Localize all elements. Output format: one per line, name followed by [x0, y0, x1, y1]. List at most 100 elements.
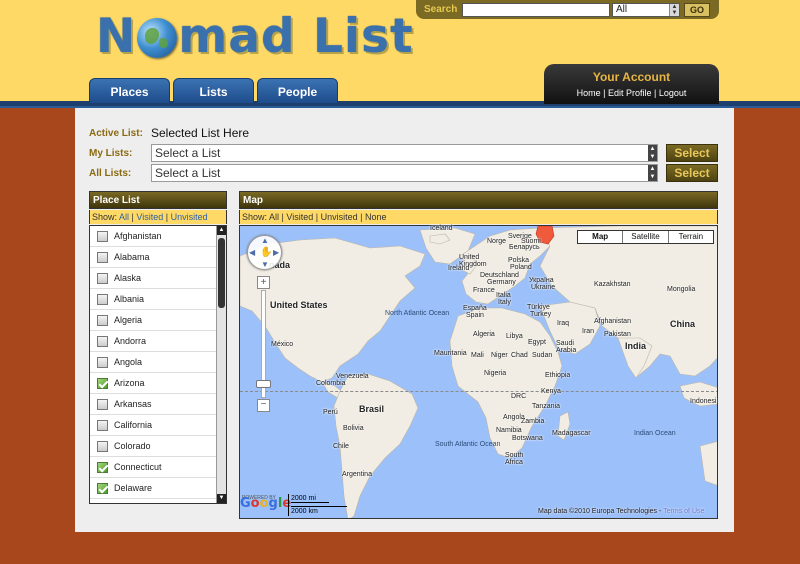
pan-right-icon[interactable]: ▶	[273, 248, 279, 257]
list-item[interactable]: Arizona	[90, 373, 216, 394]
checkbox[interactable]	[97, 293, 108, 305]
map-label: Algeria	[473, 331, 495, 338]
map-label: Indian Ocean	[634, 430, 676, 437]
map-land-layer	[240, 226, 717, 518]
checkbox[interactable]	[97, 335, 108, 347]
filter-unvisited-link[interactable]: Unvisited	[171, 212, 208, 222]
map-label: Pakistan	[604, 331, 631, 338]
map-label: Ireland	[448, 265, 470, 272]
list-item[interactable]: Andorra	[90, 331, 216, 352]
terms-of-use-link[interactable]: Terms of Use	[663, 508, 704, 515]
map-label: Botswana	[512, 435, 543, 442]
map-label: Nigeria	[484, 370, 507, 377]
scroll-thumb[interactable]	[218, 238, 225, 308]
select-arrows-icon: ▲ ▼	[669, 3, 679, 16]
map-type-map-button[interactable]: Map	[578, 231, 622, 243]
all-lists-select-button[interactable]: Select	[666, 164, 718, 182]
map-label: Chad	[511, 352, 528, 359]
map-label: Sudan	[532, 352, 553, 359]
search-input[interactable]	[462, 2, 610, 17]
zoom-in-button[interactable]: +	[257, 276, 270, 289]
pan-left-icon[interactable]: ◀	[249, 248, 255, 257]
filter-all-link[interactable]: All	[119, 212, 129, 222]
map-attribution: Map data ©2010 Europa Technologies - Ter…	[538, 508, 704, 515]
all-lists-select[interactable]: Select a List ▲ ▼	[151, 164, 658, 182]
list-item[interactable]: Algeria	[90, 310, 216, 331]
pan-up-icon[interactable]: ▲	[261, 236, 269, 245]
map-label: Polska	[508, 257, 530, 264]
map-filter-all-link[interactable]: All	[269, 212, 279, 222]
map-label: Libya	[506, 333, 523, 340]
place-name: Arizona	[114, 378, 145, 388]
active-list-label: Active List:	[89, 128, 143, 139]
list-item[interactable]: Colorado	[90, 436, 216, 457]
checkbox[interactable]	[97, 251, 108, 263]
list-item[interactable]: Albania	[90, 289, 216, 310]
all-lists-value: Select a List	[155, 166, 221, 180]
my-lists-select-button[interactable]: Select	[666, 144, 718, 162]
home-link[interactable]: Home	[577, 88, 601, 98]
map-label: Chile	[333, 443, 349, 450]
map-type-terrain-button[interactable]: Terrain	[667, 231, 713, 243]
map-label: Namibia	[496, 427, 522, 434]
scale-bar: 2000 mi 2000 km	[288, 494, 347, 516]
map-filter-visited-link[interactable]: Visited	[286, 212, 313, 222]
tab-lists[interactable]: Lists	[173, 78, 254, 103]
map-label: Saudi Arabia	[556, 340, 577, 354]
list-item[interactable]: Alaska	[90, 268, 216, 289]
map-header: Map	[239, 191, 718, 209]
checkbox[interactable]	[97, 230, 108, 242]
zoom-out-button[interactable]: −	[257, 399, 270, 412]
map-label: Mongolia	[667, 286, 696, 293]
all-lists-label: All Lists:	[89, 168, 132, 179]
checkbox[interactable]	[97, 419, 108, 431]
place-name: Colorado	[114, 441, 151, 451]
list-item[interactable]: Arkansas	[90, 394, 216, 415]
checkbox[interactable]	[97, 272, 108, 284]
list-item[interactable]: Alabama	[90, 247, 216, 268]
tab-places[interactable]: Places	[89, 78, 170, 103]
my-lists-select[interactable]: Select a List ▲ ▼	[151, 144, 658, 162]
map-label: South Atlantic Ocean	[435, 441, 500, 448]
account-title: Your Account	[592, 70, 671, 84]
edit-profile-link[interactable]: Edit Profile	[608, 88, 652, 98]
map-type-satellite-button[interactable]: Satellite	[622, 231, 667, 243]
scroll-down-icon[interactable]: ▼	[217, 494, 226, 503]
checked-checkbox[interactable]	[97, 482, 108, 494]
site-logo[interactable]: Nmad List	[96, 6, 414, 66]
list-item[interactable]: California	[90, 415, 216, 436]
tab-people[interactable]: People	[257, 78, 338, 103]
map-label: Norge	[487, 238, 507, 245]
map-filter-unvisited-link[interactable]: Unvisited	[321, 212, 358, 222]
world-map[interactable]	[239, 225, 718, 519]
list-item[interactable]: Angola	[90, 352, 216, 373]
logout-link[interactable]: Logout	[659, 88, 687, 98]
map-label: España	[463, 305, 487, 312]
scroll-up-icon[interactable]: ▲	[217, 226, 226, 235]
map-label: Poland	[510, 264, 532, 271]
pan-down-icon[interactable]: ▼	[261, 260, 269, 269]
filter-visited-link[interactable]: Visited	[136, 212, 163, 222]
checkbox[interactable]	[97, 398, 108, 410]
checkbox[interactable]	[97, 314, 108, 326]
place-name: Angola	[114, 357, 143, 367]
place-list-scrollbar[interactable]: ▲ ▼	[216, 226, 226, 503]
zoom-slider-thumb[interactable]	[256, 380, 271, 388]
checkbox[interactable]	[97, 440, 108, 452]
list-item[interactable]: Delaware	[90, 478, 216, 499]
search-scope-select[interactable]: All ▲ ▼	[612, 2, 680, 17]
map-label: Iceland	[430, 225, 453, 232]
list-item[interactable]: Connecticut	[90, 457, 216, 478]
go-button[interactable]: GO	[684, 2, 710, 17]
checked-checkbox[interactable]	[97, 377, 108, 389]
map-label: South Africa	[505, 452, 524, 466]
google-logo[interactable]: Google	[240, 496, 291, 511]
map-label: Germany	[487, 279, 516, 286]
place-name: Afghanistan	[114, 231, 162, 241]
map-filter-none-link[interactable]: None	[365, 212, 387, 222]
checked-checkbox[interactable]	[97, 461, 108, 473]
checkbox[interactable]	[97, 356, 108, 368]
link-separator: |	[600, 88, 608, 98]
list-item[interactable]: Afghanistan	[90, 226, 216, 247]
pan-control[interactable]: ▲ ◀ ▶ ▼ ✋	[247, 235, 282, 270]
